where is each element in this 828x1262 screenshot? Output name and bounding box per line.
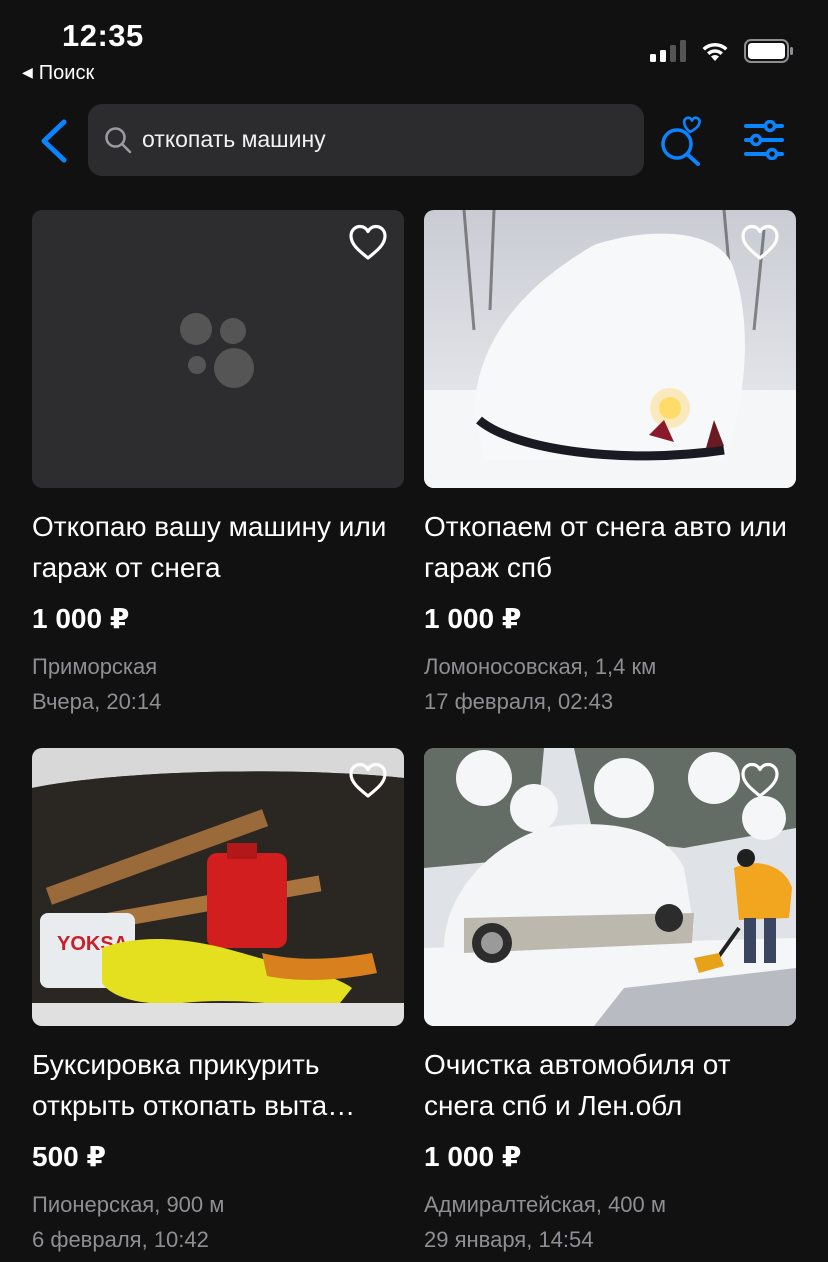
listing-location: Ломоносовская, 1,4 км (424, 654, 657, 679)
system-icons (650, 38, 794, 64)
listing-card[interactable]: Откопаем от снега авто или гараж спб 1 0… (424, 210, 796, 719)
search-icon (105, 127, 132, 154)
heart-outline-icon[interactable] (740, 762, 780, 800)
sliders-icon[interactable] (742, 120, 786, 160)
listing-date: 17 февраля, 02:43 (424, 689, 614, 714)
listing-location: Приморская (32, 654, 158, 679)
back-to-app-link[interactable]: ◀ Поиск (22, 62, 94, 85)
back-to-app-label: Поиск (38, 62, 95, 84)
listing-date: 6 февраля, 10:42 (32, 1227, 209, 1252)
chevron-left-icon[interactable] (34, 118, 74, 164)
clock: 12:35 (62, 18, 144, 53)
listing-image-placeholder[interactable] (32, 210, 404, 488)
listing-photo[interactable] (424, 748, 796, 1026)
listing-card[interactable]: YOKSA Буксировка прикурить открыть откоп… (32, 748, 404, 1257)
search-heart-icon[interactable] (658, 116, 704, 166)
listing-title[interactable]: Откопаю вашу машину или гараж от снега (32, 506, 404, 588)
search-toolbar: откопать машину (0, 104, 828, 176)
listing-photo[interactable] (424, 210, 796, 488)
listing-date: Вчера, 20:14 (32, 689, 162, 714)
search-input[interactable]: откопать машину (88, 104, 644, 176)
heart-outline-icon[interactable] (348, 762, 388, 800)
listing-title[interactable]: Откопаем от снега авто или гараж спб (424, 506, 796, 588)
heart-outline-icon[interactable] (740, 224, 780, 262)
listing-price: 500 ₽ (32, 1141, 106, 1172)
listing-title[interactable]: Очистка автомобиля от снега спб и Лен.об… (424, 1044, 796, 1126)
listing-title[interactable]: Буксировка прикурить открыть откопать вы… (32, 1044, 404, 1126)
listing-price: 1 000 ₽ (32, 603, 130, 634)
listing-price: 1 000 ₽ (424, 603, 522, 634)
back-triangle-icon: ◀ (22, 64, 33, 80)
listing-photo[interactable]: YOKSA (32, 748, 404, 1026)
status-bar: 12:35 ◀ Поиск (0, 0, 828, 92)
battery-icon (744, 39, 793, 63)
signal-icon (650, 40, 686, 62)
listing-location: Адмиралтейская, 400 м (424, 1192, 667, 1217)
listing-price: 1 000 ₽ (424, 1141, 522, 1172)
wifi-icon (702, 42, 728, 61)
listing-card[interactable]: Откопаю вашу машину или гараж от снега 1… (32, 210, 404, 719)
listing-card[interactable]: Очистка автомобиля от снега спб и Лен.об… (424, 748, 796, 1257)
search-query-text: откопать машину (142, 126, 326, 152)
listing-location: Пионерская, 900 м (32, 1192, 225, 1217)
listing-date: 29 января, 14:54 (424, 1227, 594, 1252)
heart-outline-icon[interactable] (348, 224, 388, 262)
